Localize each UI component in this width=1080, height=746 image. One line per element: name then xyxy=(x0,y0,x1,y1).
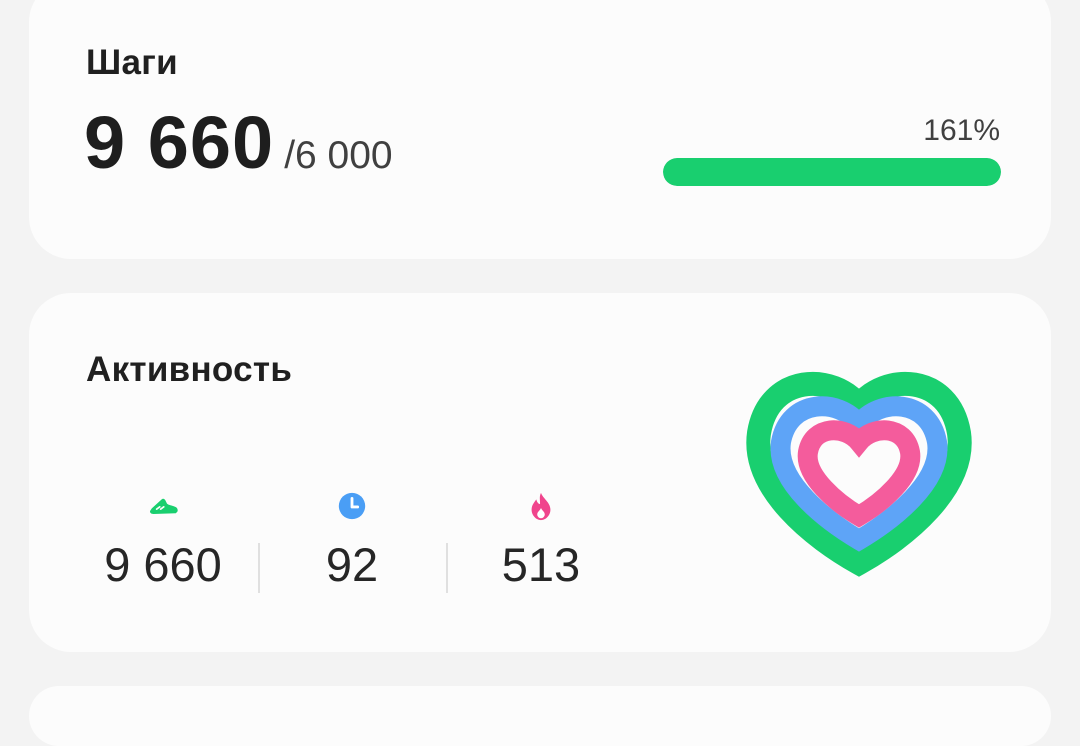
next-card[interactable] xyxy=(29,686,1051,746)
stat-divider xyxy=(258,543,260,593)
activity-title: Активность xyxy=(86,350,293,389)
clock-icon xyxy=(338,492,366,520)
steps-progress-bar xyxy=(663,158,1001,186)
steps-percent: 161% xyxy=(923,114,1000,147)
activity-calories-value: 513 xyxy=(501,538,581,591)
steps-value: 9 660/6 000 xyxy=(84,100,393,185)
steps-title: Шаги xyxy=(86,43,178,82)
steps-progress-fill xyxy=(663,158,1001,186)
activity-card[interactable]: Активность 9 660 92 513 xyxy=(29,293,1051,652)
steps-goal: /6 000 xyxy=(284,134,393,177)
steps-card[interactable]: Шаги 9 660/6 000 161% xyxy=(29,0,1051,259)
activity-time-value: 92 xyxy=(325,538,379,591)
activity-steps-value: 9 660 xyxy=(104,538,222,591)
flame-icon xyxy=(531,492,551,521)
stat-divider xyxy=(446,543,448,593)
steps-count: 9 660 xyxy=(84,101,275,184)
shoe-icon xyxy=(149,498,178,514)
activity-rings-heart xyxy=(746,372,972,577)
